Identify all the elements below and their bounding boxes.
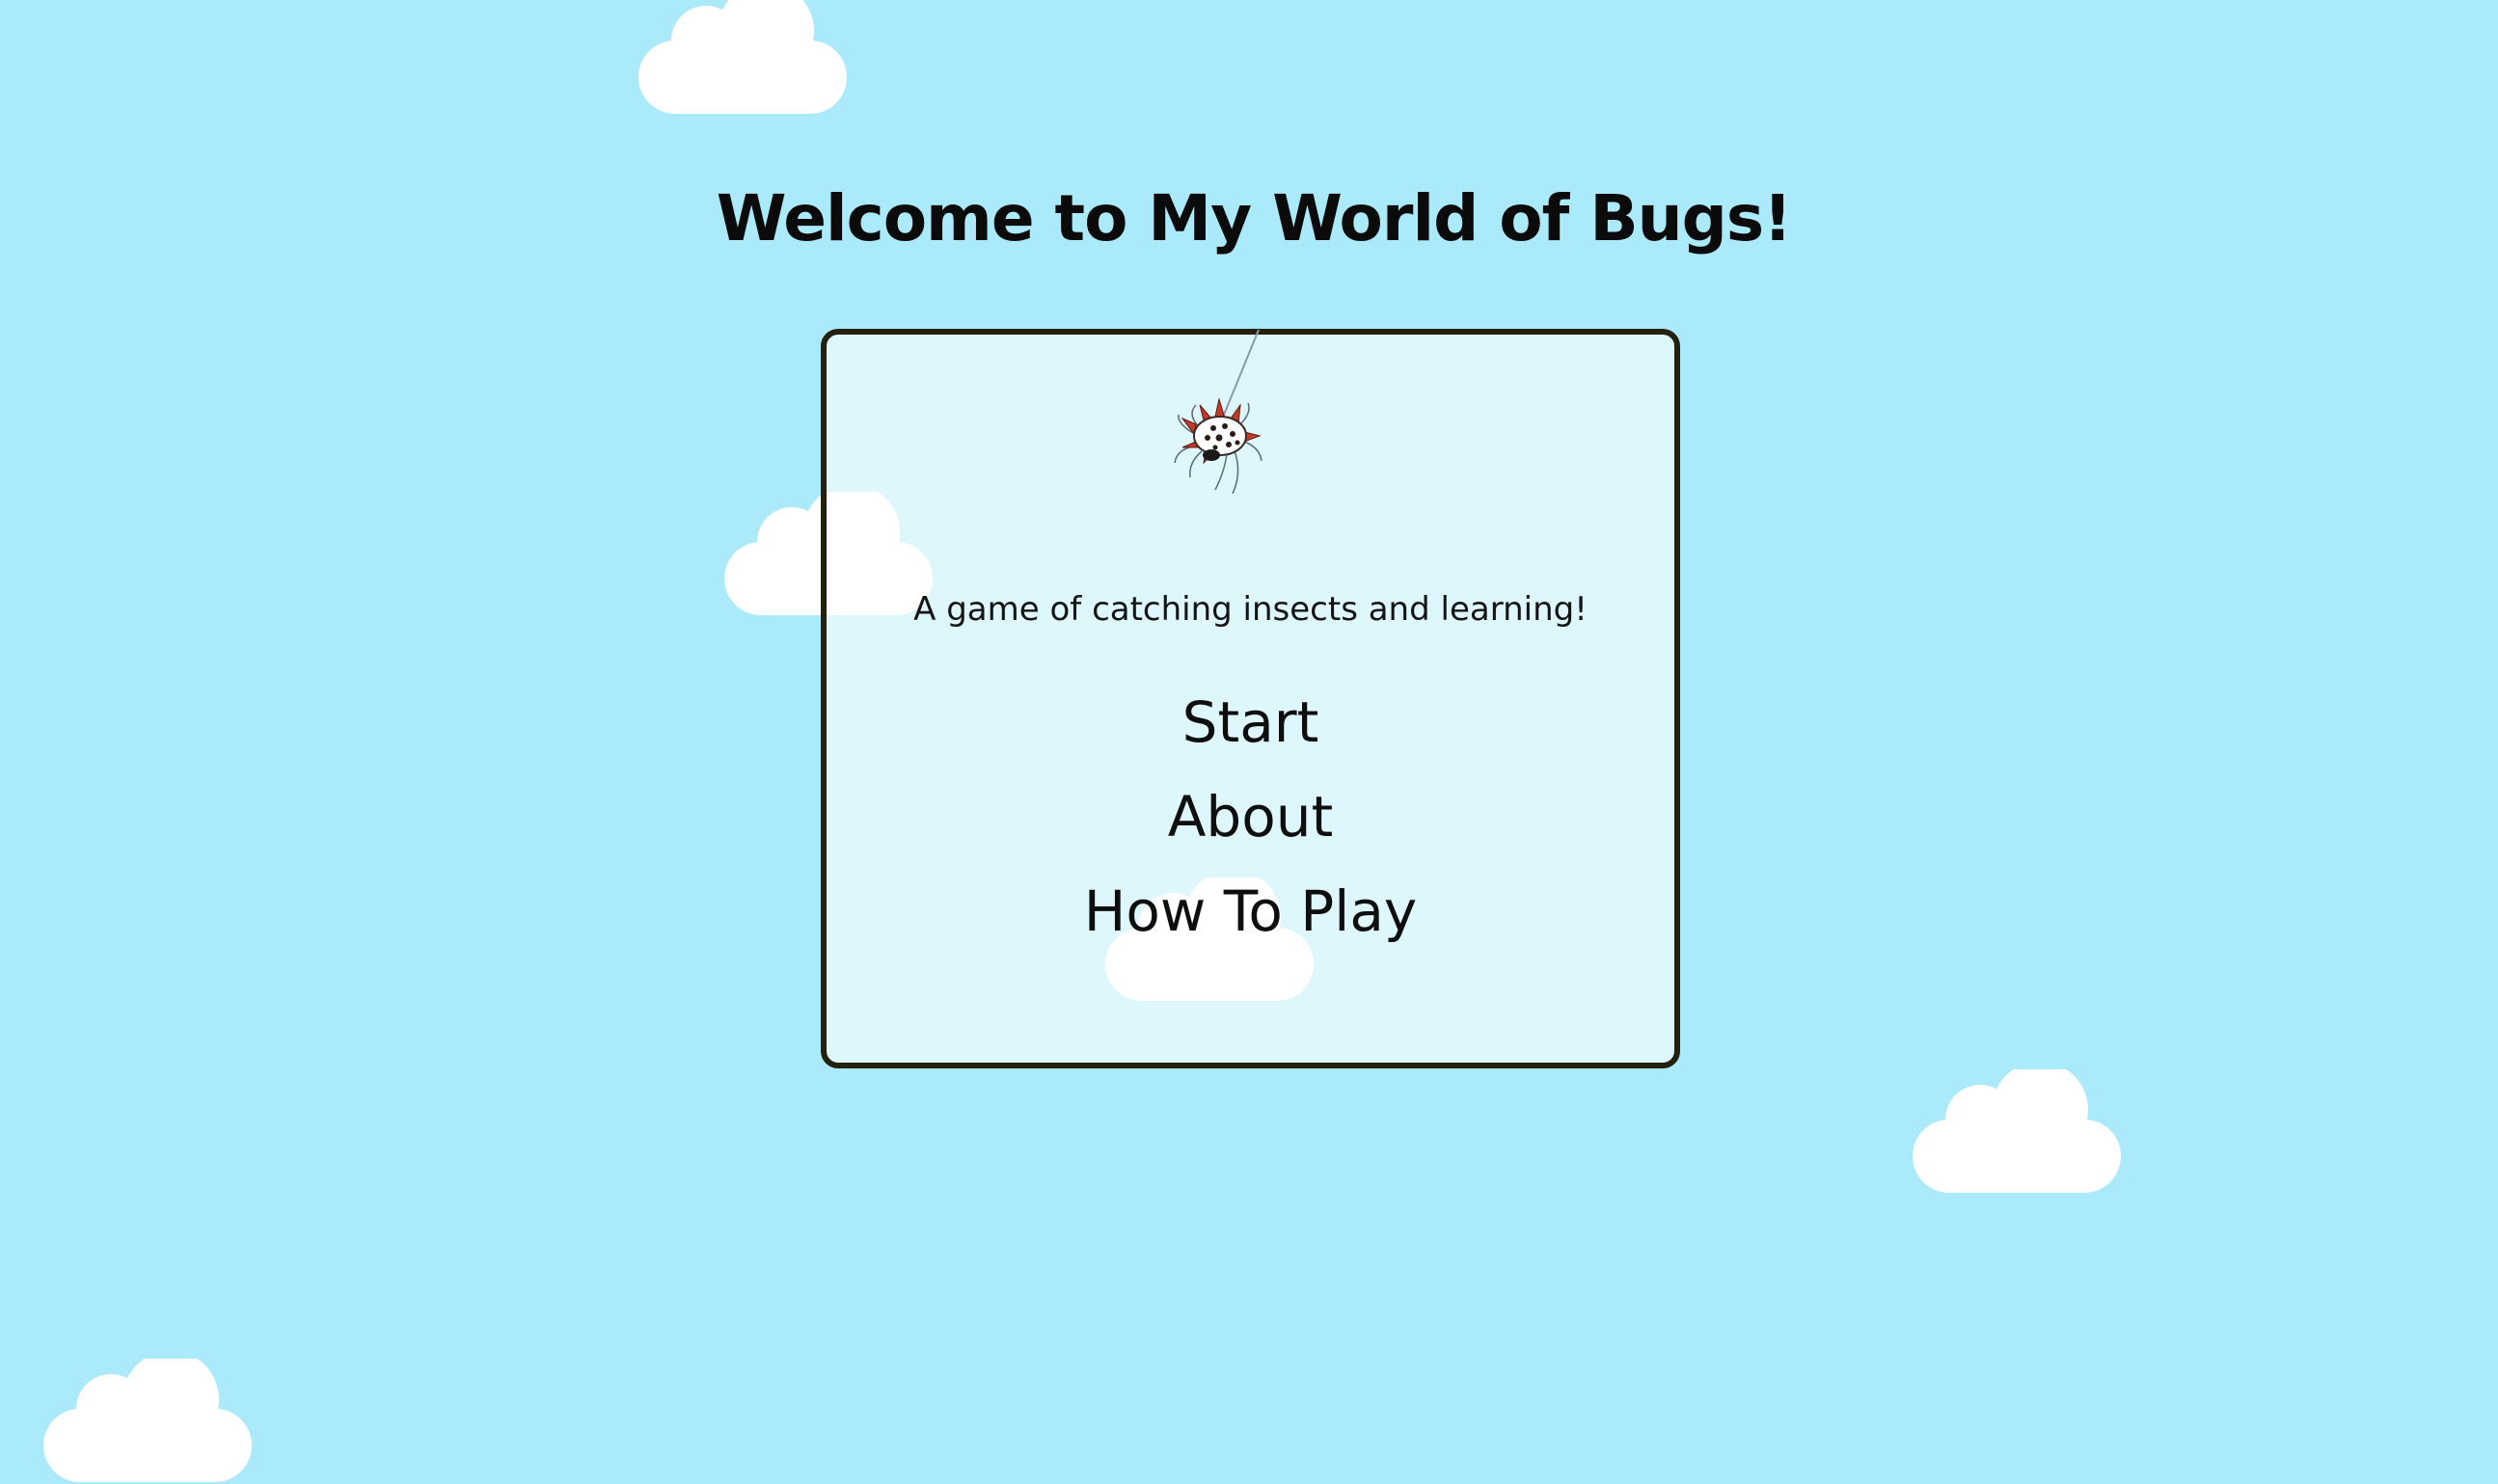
page-title: Welcome to My World of Bugs!: [716, 181, 1793, 256]
game-subtitle: A game of catching insects and learning!: [913, 590, 1588, 629]
cloud-icon: [1913, 1069, 2121, 1195]
cloud-icon: [638, 0, 847, 116]
main-menu: Start About How To Play: [821, 675, 1680, 958]
cloud-icon: [43, 1359, 252, 1484]
how-to-play-button[interactable]: How To Play: [821, 864, 1680, 958]
spider-icon: [1148, 328, 1292, 501]
start-button[interactable]: Start: [821, 675, 1680, 769]
about-button[interactable]: About: [821, 769, 1680, 864]
